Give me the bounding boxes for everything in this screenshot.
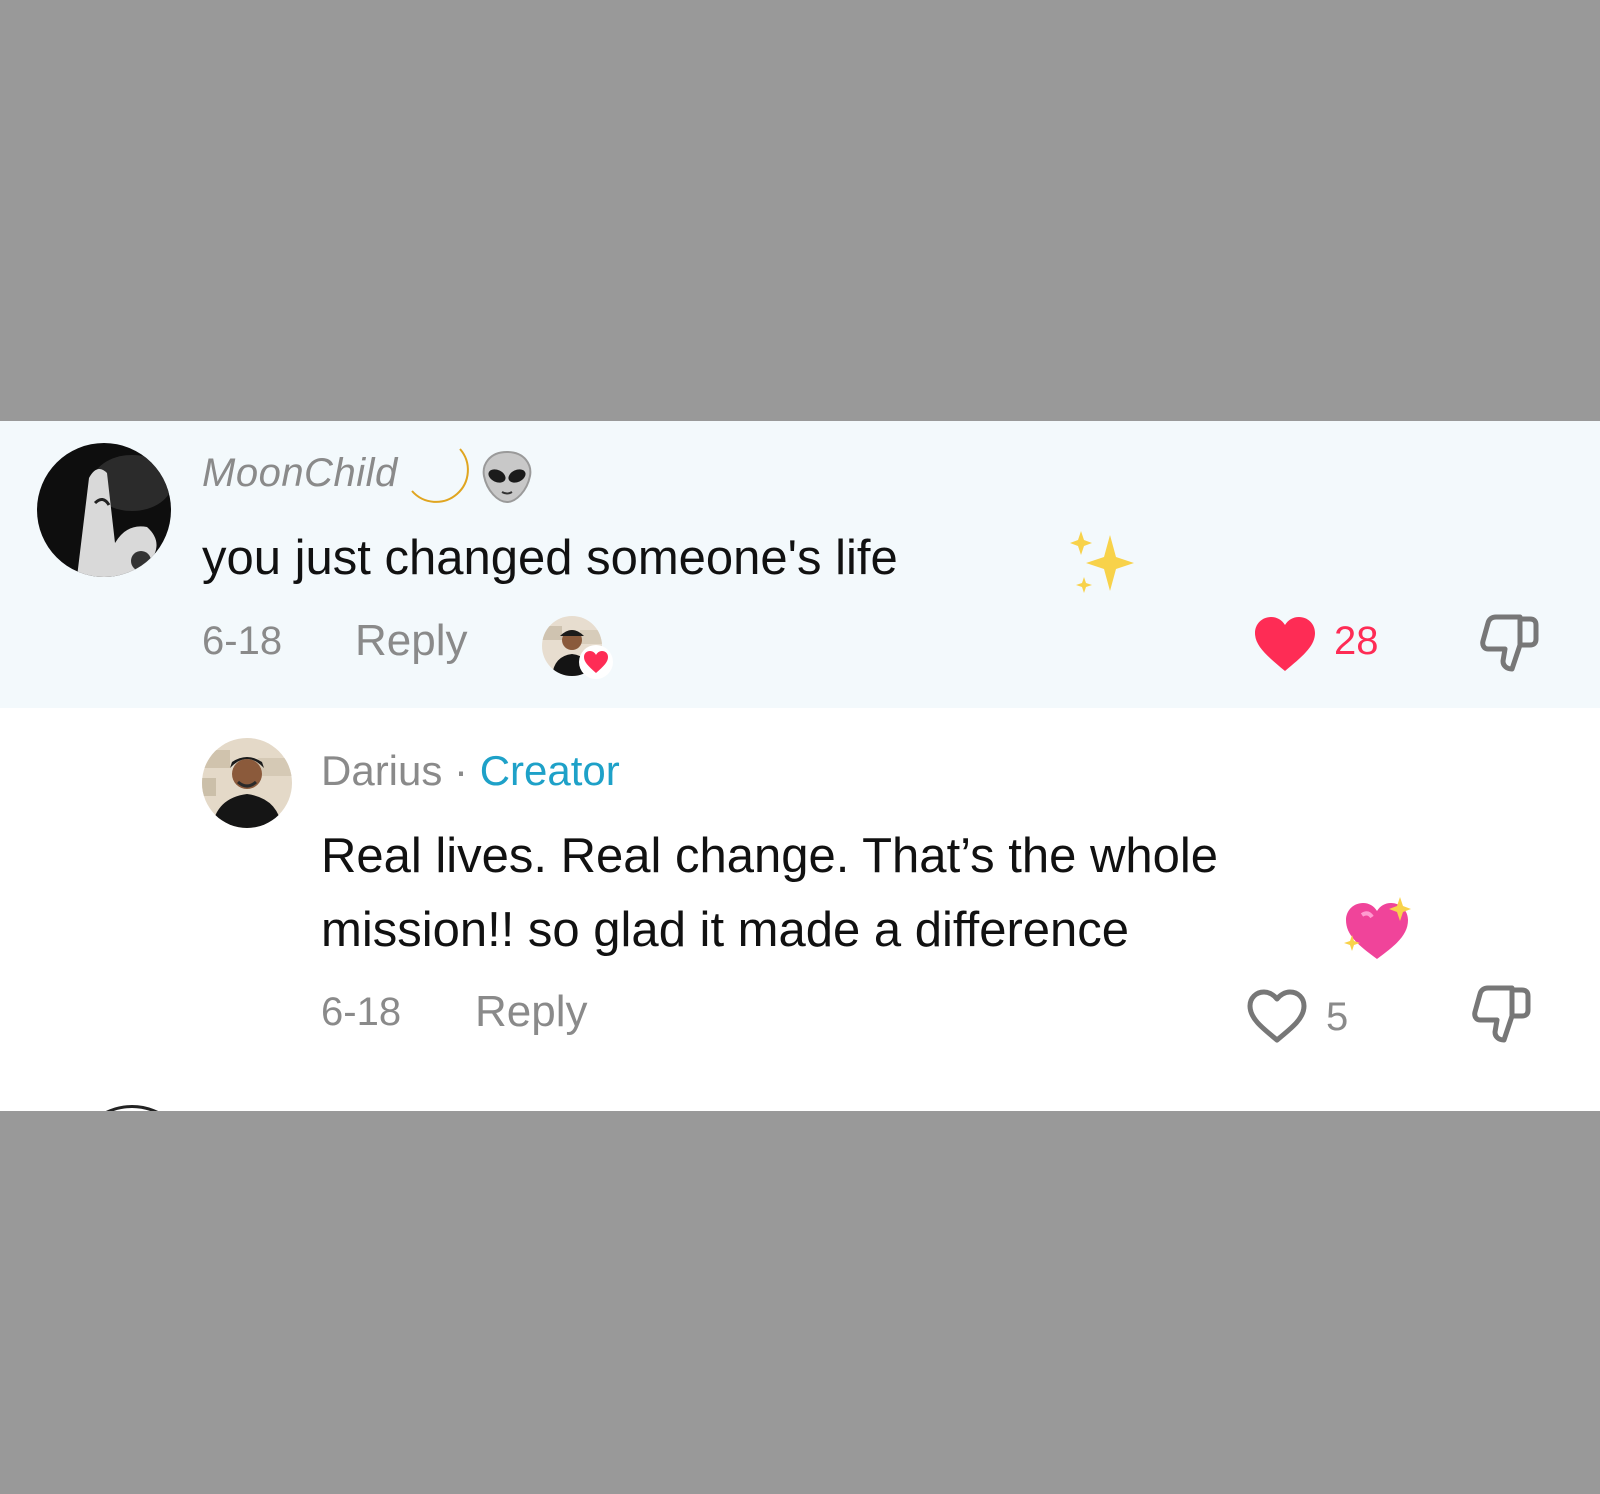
sparkling-heart-icon <box>1342 895 1412 963</box>
separator-dot: · <box>454 747 469 794</box>
comment-username[interactable]: MoonChild <box>202 451 398 496</box>
reply-text: Real lives. Real change. That’s the whol… <box>321 829 1219 957</box>
comment-text: you just changed someone's life <box>202 531 898 585</box>
comment-date: 6-18 <box>202 619 283 663</box>
next-comment-avatar-partial <box>72 1105 192 1111</box>
avatar[interactable] <box>37 443 171 577</box>
creator-badge: Creator <box>479 747 620 794</box>
comment-reply-button[interactable]: Reply <box>355 616 468 666</box>
reply-like-count: 5 <box>1326 995 1349 1039</box>
like-heart-icon[interactable] <box>1253 615 1317 673</box>
dislike-icon[interactable] <box>1478 611 1542 675</box>
crescent-moon-icon <box>408 445 474 507</box>
dislike-icon[interactable] <box>1470 982 1534 1046</box>
like-heart-outline-icon[interactable] <box>1246 988 1308 1044</box>
avatar[interactable] <box>202 738 292 828</box>
comment-like-count: 28 <box>1334 619 1379 663</box>
sparkles-icon <box>1064 525 1136 599</box>
reply-username[interactable]: Darius · Creator <box>321 747 620 795</box>
comments-panel: MoonChild you just changed someone's lif… <box>0 421 1600 1111</box>
reply-reply-button[interactable]: Reply <box>475 987 588 1037</box>
comment-highlighted: MoonChild you just changed someone's lif… <box>0 421 1600 708</box>
alien-icon <box>480 449 534 505</box>
reply-date: 6-18 <box>321 990 402 1034</box>
heart-badge-icon <box>578 644 614 680</box>
